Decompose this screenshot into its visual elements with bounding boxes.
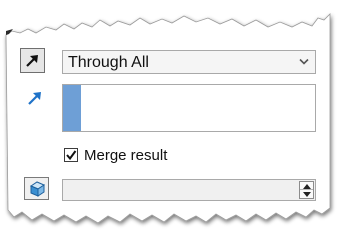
reverse-direction-button[interactable] <box>20 48 45 73</box>
chevron-down-icon <box>299 58 309 65</box>
end-condition-value: Through All <box>68 54 149 71</box>
reverse-direction-arrow-icon <box>26 55 38 67</box>
spin-down-icon <box>303 192 311 197</box>
checkmark-icon <box>66 150 77 161</box>
spin-down-button[interactable] <box>300 190 313 198</box>
direction-selection-box[interactable] <box>62 84 316 132</box>
end-condition-dropdown[interactable]: Through All <box>62 50 316 74</box>
direction-arrow-icon <box>28 92 41 105</box>
selection-active-indicator <box>63 85 81 131</box>
feature-scope-field[interactable] <box>62 179 316 201</box>
solid-body-icon <box>29 180 45 197</box>
spin-up-icon <box>303 184 311 189</box>
merge-result-label: Merge result <box>84 146 168 164</box>
feature-scope-button[interactable] <box>24 177 49 200</box>
spin-up-button[interactable] <box>300 182 313 190</box>
merge-result-checkbox[interactable] <box>64 148 78 162</box>
spinner-control[interactable] <box>299 181 314 199</box>
merge-result-option[interactable]: Merge result <box>64 146 167 164</box>
